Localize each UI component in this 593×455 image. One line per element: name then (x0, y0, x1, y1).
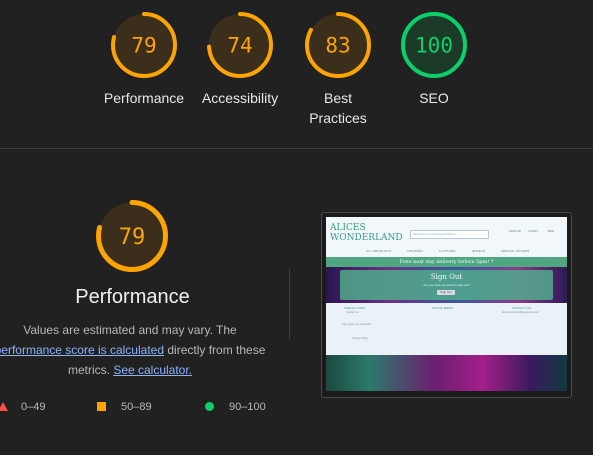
footer-text: Contact Us (346, 311, 359, 314)
signout-subtitle: Are you sure you want to sign out? (423, 283, 470, 287)
site-nav: ALL PRODUCTS GOODIES CLOTHING JEWELS SPECIAL… (366, 249, 545, 253)
category-label: Performance (103, 90, 185, 106)
legend-average: 50–89 (121, 401, 152, 413)
gauge-score: 79 (131, 34, 156, 58)
gauge-score: 100 (415, 34, 453, 58)
desc-prefix: Values are estimated and may vary. The (23, 323, 237, 337)
nav-item: GOODIES (407, 249, 423, 253)
score-gauge-icon: 83 (305, 12, 371, 78)
score-gauge-icon: 74 (207, 12, 273, 78)
delivery-banner: Free next day delivery before 5pm! * (326, 257, 567, 267)
category-gauges: 79 Performance 74 Accessibility 83 Best Practi… (0, 12, 593, 152)
legend-good: 90–100 (229, 401, 266, 413)
score-gauge-icon: 100 (401, 12, 467, 78)
nav-item: CLOTHING (438, 249, 456, 253)
site-footer: USEFUL LINKS SOCIAL MEDIA CONTACT US Con… (326, 303, 567, 355)
score-calculation-link[interactable]: performance score is calculated (0, 343, 164, 357)
average-square-icon (97, 402, 106, 411)
logo-line1: ALICES (330, 223, 366, 233)
site-search-input: Search for something wonderful (410, 230, 489, 239)
score-legend: 0–49 50–89 90–100 (0, 399, 300, 415)
signup-icon: SIGN UP (508, 229, 522, 233)
section-divider (0, 148, 593, 149)
category-label: Best Practices (309, 90, 367, 126)
category-label: SEO (419, 90, 449, 106)
see-calculator-link[interactable]: See calculator. (113, 363, 192, 377)
fail-triangle-icon (0, 402, 8, 411)
category-gauge-accessibility[interactable]: 74 Accessibility (190, 12, 290, 108)
nav-item: SPECIAL OFFERS (501, 249, 530, 253)
category-gauge-performance[interactable]: 79 Performance (94, 12, 194, 108)
footer-social-media: SOCIAL MEDIA (432, 306, 454, 310)
footer-text: Privacy Policy (352, 337, 369, 340)
performance-gauge-icon: 79 (96, 200, 168, 272)
gauge-score: 74 (227, 34, 252, 58)
footer-text: Sign up for our newsletter (342, 323, 372, 326)
performance-title: Performance (75, 286, 190, 308)
signout-card: Sign Out Are you sure you want to sign o… (340, 270, 553, 300)
gauge-score: 83 (325, 34, 350, 58)
pass-circle-icon (205, 402, 214, 411)
footer-contact: CONTACT US (512, 306, 532, 310)
category-gauge-seo[interactable]: 100 SEO (384, 12, 484, 108)
footer-text: alicewonderland@example.com (502, 311, 539, 314)
signout-title: Sign Out (430, 273, 463, 281)
signout-button: Sign Out (437, 290, 455, 295)
login-icon: LOGIN (528, 229, 538, 233)
bag-icon: BAG (547, 229, 555, 233)
category-gauge-best-practices[interactable]: 83 Best Practices (288, 12, 388, 128)
vertical-divider (289, 268, 290, 340)
gauge-score: 79 (119, 225, 146, 250)
nav-item: JEWELS (471, 249, 486, 253)
nav-item: ALL PRODUCTS (366, 249, 392, 253)
site-header-icons: SIGN UP LOGIN BAG (506, 229, 560, 233)
screenshot-content: ALICES WONDERLAND Search for something w… (326, 217, 567, 391)
performance-score-gauge: 79 (96, 200, 168, 277)
hero-section: Sign Out Are you sure you want to sign o… (326, 267, 567, 303)
site-logo: ALICES WONDERLAND (330, 223, 403, 243)
logo-line2: WONDERLAND (330, 233, 403, 243)
performance-description: Values are estimated and may vary. The p… (0, 320, 280, 380)
legend-poor: 0–49 (21, 401, 46, 413)
category-label: Accessibility (201, 90, 279, 106)
site-bottom-art (326, 355, 567, 391)
page-screenshot-thumbnail[interactable]: ALICES WONDERLAND Search for something w… (321, 212, 572, 398)
footer-useful-links: USEFUL LINKS (344, 306, 366, 310)
score-gauge-icon: 79 (111, 12, 177, 78)
site-header: ALICES WONDERLAND Search for something w… (326, 217, 567, 257)
